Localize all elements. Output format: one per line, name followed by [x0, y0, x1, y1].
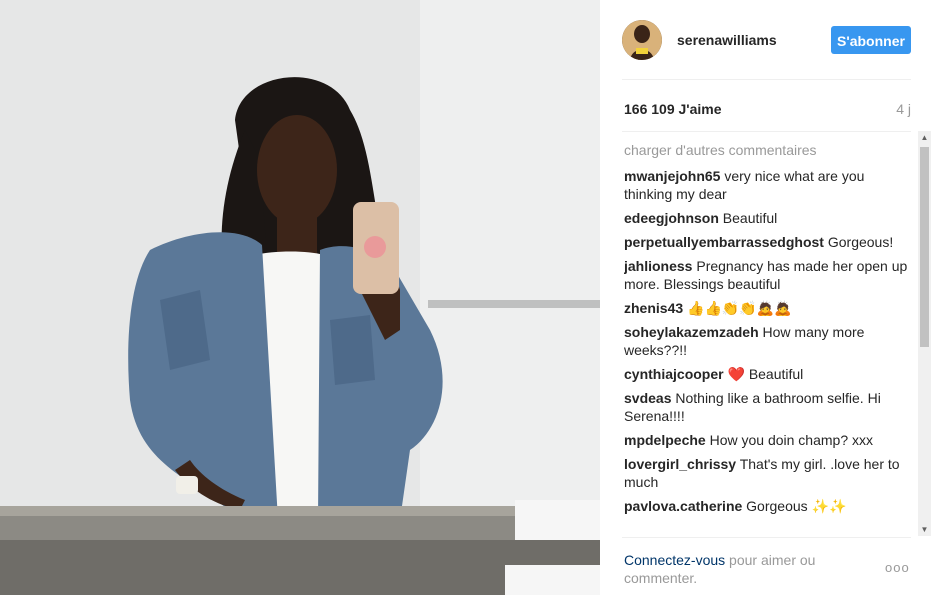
comment: edeegjohnson Beautiful	[624, 209, 914, 227]
comment: soheylakazemzadeh How many more weeks??!…	[624, 323, 914, 359]
comments-scrollbar[interactable]: ▲ ▼	[918, 131, 931, 536]
comment-author[interactable]: mpdelpeche	[624, 432, 706, 448]
comment: lovergirl_chrissy That's my girl. .love …	[624, 455, 914, 491]
comment-text: Beautiful	[722, 210, 778, 226]
comment: mpdelpeche How you doin champ? xxx	[624, 431, 914, 449]
like-count[interactable]: 166 109 J'aime	[624, 101, 722, 117]
comment-text: Gorgeous ✨✨	[746, 498, 847, 514]
avatar[interactable]	[622, 20, 662, 60]
comment: perpetuallyembarrassedghost Gorgeous!	[624, 233, 914, 251]
comment-author[interactable]: pavlova.catherine	[624, 498, 742, 514]
login-prompt: Connectez-vous pour aimer ou commenter.	[624, 551, 884, 587]
post-side-panel: serenawilliams S'abonner 166 109 J'aime …	[600, 0, 931, 595]
login-link[interactable]: Connectez-vous	[624, 552, 725, 568]
comment-author[interactable]: cynthiajcooper	[624, 366, 724, 382]
username-link[interactable]: serenawilliams	[677, 32, 777, 48]
follow-button[interactable]: S'abonner	[831, 26, 911, 54]
post-photo[interactable]	[0, 0, 600, 595]
comment-author[interactable]: lovergirl_chrissy	[624, 456, 736, 472]
comment-text: Beautiful	[748, 366, 804, 382]
comment-author[interactable]: jahlioness	[624, 258, 692, 274]
comment-text: How you doin champ? xxx	[709, 432, 874, 448]
comment-text: 👍👍👏👏🙇🙇	[687, 300, 792, 316]
profile-picture-icon	[622, 20, 662, 60]
comment: zhenis43 👍👍👏👏🙇🙇	[624, 299, 914, 317]
comment: cynthiajcooper ❤️ Beautiful	[624, 365, 914, 383]
mirror-selfie-illustration	[0, 0, 600, 595]
comment-text: Gorgeous!	[827, 234, 894, 250]
header-divider	[622, 79, 911, 80]
post-age[interactable]: 4 j	[896, 101, 911, 117]
comment-author[interactable]: zhenis43	[624, 300, 683, 316]
comment-author[interactable]: soheylakazemzadeh	[624, 324, 759, 340]
scroll-up-arrow-icon[interactable]: ▲	[918, 131, 931, 144]
comment: mwanjejohn65 very nice what are you thin…	[624, 167, 914, 203]
scrollbar-thumb[interactable]	[920, 147, 929, 347]
comment-author[interactable]: svdeas	[624, 390, 671, 406]
post-header: serenawilliams S'abonner	[600, 0, 931, 79]
scroll-down-arrow-icon[interactable]: ▼	[918, 523, 931, 536]
heart-emoji-icon: ❤️	[727, 366, 745, 382]
comment: pavlova.catherine Gorgeous ✨✨	[624, 497, 914, 515]
load-more-comments-link[interactable]: charger d'autres commentaires	[624, 141, 914, 159]
comment-author[interactable]: perpetuallyembarrassedghost	[624, 234, 824, 250]
comment: jahlioness Pregnancy has made her open u…	[624, 257, 914, 293]
comments-list: charger d'autres commentaires mwanjejohn…	[624, 141, 914, 536]
footer-divider	[622, 537, 911, 538]
more-options-icon[interactable]: ooo	[885, 560, 910, 575]
comment: svdeas Nothing like a bathroom selfie. H…	[624, 389, 914, 425]
comment-author[interactable]: edeegjohnson	[624, 210, 719, 226]
comment-author[interactable]: mwanjejohn65	[624, 168, 720, 184]
stats-divider	[622, 131, 911, 132]
